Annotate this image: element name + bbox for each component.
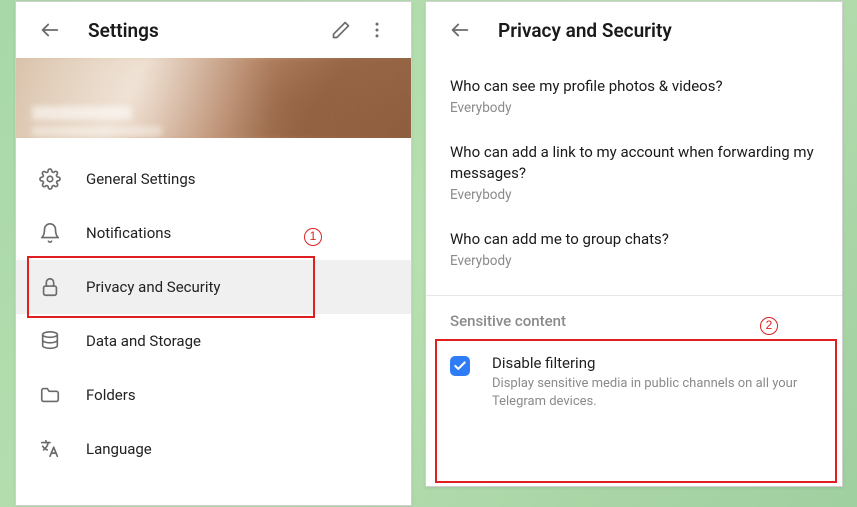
sidebar-item-privacy[interactable]: Privacy and Security: [16, 260, 411, 314]
privacy-setting-row[interactable]: Who can add a link to my account when fo…: [450, 142, 818, 203]
divider: [426, 295, 842, 296]
bell-icon: [38, 221, 62, 245]
checkbox-checked-icon[interactable]: [450, 356, 470, 376]
lock-icon: [38, 275, 62, 299]
settings-panel: Settings General Settings Notifications: [15, 1, 412, 506]
privacy-setting-row[interactable]: Who can add me to group chats? Everybody: [450, 229, 818, 269]
privacy-value: Everybody: [450, 100, 818, 116]
sidebar-item-folders[interactable]: Folders: [16, 368, 411, 422]
database-icon: [38, 329, 62, 353]
disable-filtering-title: Disable filtering: [492, 354, 818, 372]
sidebar-item-data-storage[interactable]: Data and Storage: [16, 314, 411, 368]
page-title: Privacy and Security: [498, 19, 826, 42]
more-icon[interactable]: [359, 12, 395, 48]
sidebar-item-label: Notifications: [86, 224, 171, 242]
sidebar-item-label: General Settings: [86, 170, 196, 188]
sidebar-item-general[interactable]: General Settings: [16, 152, 411, 206]
disable-filtering-desc: Display sensitive media in public channe…: [492, 375, 818, 410]
gear-icon: [38, 167, 62, 191]
sidebar-item-label: Privacy and Security: [86, 278, 221, 296]
disable-filtering-row[interactable]: Disable filtering Display sensitive medi…: [450, 354, 818, 410]
sidebar-item-label: Folders: [86, 386, 136, 404]
privacy-panel: Privacy and Security Who can see my prof…: [425, 1, 843, 487]
edit-icon[interactable]: [323, 12, 359, 48]
language-icon: [38, 437, 62, 461]
privacy-question: Who can add me to group chats?: [450, 229, 818, 249]
privacy-value: Everybody: [450, 187, 818, 203]
privacy-question: Who can add a link to my account when fo…: [450, 142, 818, 183]
folder-icon: [38, 383, 62, 407]
settings-header: Settings: [16, 2, 411, 58]
privacy-question: Who can see my profile photos & videos?: [450, 76, 818, 96]
privacy-setting-row[interactable]: Who can see my profile photos & videos? …: [450, 76, 818, 116]
profile-banner[interactable]: [16, 58, 411, 138]
sidebar-item-notifications[interactable]: Notifications: [16, 206, 411, 260]
section-title: Sensitive content: [450, 312, 818, 330]
privacy-header: Privacy and Security: [426, 2, 842, 58]
sidebar-item-language[interactable]: Language: [16, 422, 411, 476]
sidebar-item-label: Language: [86, 440, 152, 458]
privacy-value: Everybody: [450, 253, 818, 269]
back-icon[interactable]: [32, 12, 68, 48]
settings-menu: General Settings Notifications Privacy a…: [16, 138, 411, 476]
back-icon[interactable]: [442, 12, 478, 48]
sidebar-item-label: Data and Storage: [86, 332, 201, 350]
page-title: Settings: [88, 19, 323, 42]
